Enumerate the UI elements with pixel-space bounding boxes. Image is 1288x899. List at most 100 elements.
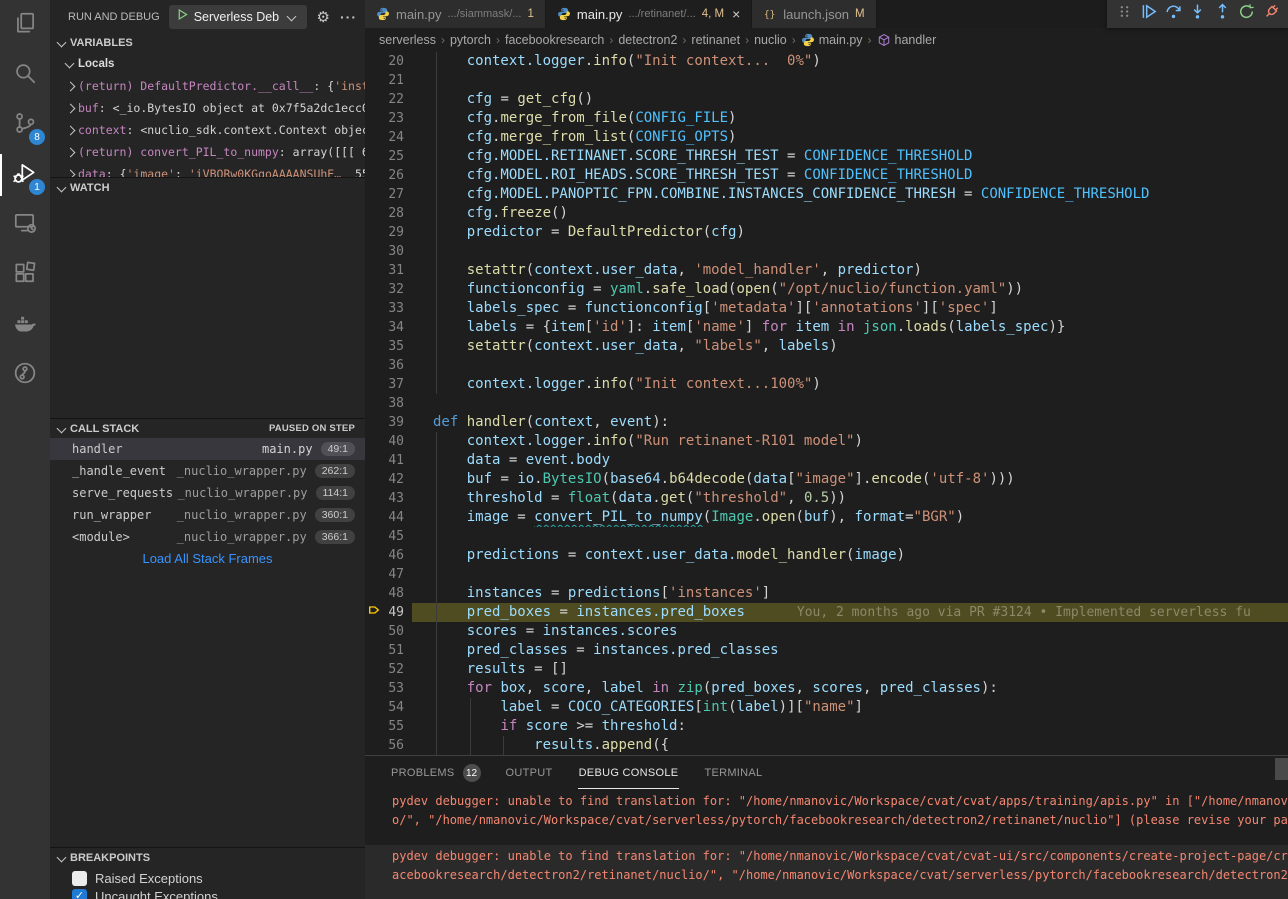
code-line[interactable]: 51 pred_classes = instances.pred_classes: [365, 641, 1288, 660]
code-line[interactable]: 37 context.logger.info("Init context...1…: [365, 375, 1288, 394]
variable-row[interactable]: buf: <_io.BytesIO object at 0x7f5a2dc1ec…: [50, 97, 365, 119]
code-line[interactable]: 23 cfg.merge_from_file(CONFIG_FILE): [365, 109, 1288, 128]
code-line[interactable]: 36: [365, 356, 1288, 375]
console-message-block[interactable]: pydev debugger: unable to find translati…: [365, 790, 1288, 832]
breakpoint-margin[interactable]: [365, 223, 382, 242]
breakpoint-margin[interactable]: [365, 641, 382, 660]
code-line[interactable]: 27 cfg.MODEL.PANOPTIC_FPN.COMBINE.INSTAN…: [365, 185, 1288, 204]
code-line[interactable]: 32 functionconfig = yaml.safe_load(open(…: [365, 280, 1288, 299]
stack-frame-row[interactable]: _handle_event_nuclio_wrapper.py262:1: [50, 460, 365, 482]
activity-item-explorer[interactable]: [0, 0, 50, 50]
load-all-stack-frames-link[interactable]: Load All Stack Frames: [50, 548, 365, 570]
code-line[interactable]: 43 threshold = float(data.get("threshold…: [365, 489, 1288, 508]
code-line[interactable]: 21: [365, 71, 1288, 90]
breakpoint-margin[interactable]: [365, 128, 382, 147]
debug-config-dropdown[interactable]: Serverless Debu: [169, 5, 307, 29]
code-line[interactable]: 41 data = event.body: [365, 451, 1288, 470]
activity-item-search[interactable]: [0, 50, 50, 100]
breakpoint-margin[interactable]: [365, 508, 382, 527]
breakpoint-margin[interactable]: [365, 736, 382, 755]
code-line[interactable]: 48 instances = predictions['instances']: [365, 584, 1288, 603]
code-line[interactable]: 40 context.logger.info("Run retinanet-R1…: [365, 432, 1288, 451]
breakpoint-margin[interactable]: [365, 565, 382, 584]
more-actions-icon[interactable]: ···: [340, 9, 357, 25]
breakpoint-margin[interactable]: [365, 261, 382, 280]
code-line[interactable]: 44 image = convert_PIL_to_numpy(Image.op…: [365, 508, 1288, 527]
code-line[interactable]: 46 predictions = context.user_data.model…: [365, 546, 1288, 565]
panel-tab-terminal[interactable]: TERMINAL: [703, 756, 763, 790]
breakpoint-margin[interactable]: [365, 166, 382, 185]
continue-button[interactable]: [1138, 3, 1160, 25]
breakpoint-margin[interactable]: [365, 413, 382, 432]
breakpoint-margin[interactable]: [365, 527, 382, 546]
activity-item-run-and-debug[interactable]: 1: [0, 150, 50, 200]
breakpoint-margin[interactable]: [365, 299, 382, 318]
gear-icon[interactable]: ⚙: [317, 8, 330, 26]
step-out-button[interactable]: [1211, 3, 1233, 25]
breakpoint-margin[interactable]: [365, 356, 382, 375]
activity-item-remote-explorer[interactable]: [0, 200, 50, 250]
code-line[interactable]: 52 results = []: [365, 660, 1288, 679]
variable-row[interactable]: (return) DefaultPredictor.__call__: {'in…: [50, 75, 365, 97]
breakpoint-margin[interactable]: [365, 698, 382, 717]
activity-item-docker[interactable]: [0, 300, 50, 350]
code-line[interactable]: 29 predictor = DefaultPredictor(cfg): [365, 223, 1288, 242]
breakpoint-margin[interactable]: [365, 337, 382, 356]
code-line[interactable]: 25 cfg.MODEL.RETINANET.SCORE_THRESH_TEST…: [365, 147, 1288, 166]
code-line[interactable]: 31 setattr(context.user_data, 'model_han…: [365, 261, 1288, 280]
breakpoint-margin[interactable]: [365, 185, 382, 204]
editor-tab-1[interactable]: main.py.../siammask/...1: [365, 0, 546, 28]
variable-row[interactable]: context: <nuclio_sdk.context.Context obj…: [50, 119, 365, 141]
breadcrumb-item[interactable]: main.py: [801, 33, 863, 47]
code-line[interactable]: 47: [365, 565, 1288, 584]
breakpoint-margin[interactable]: [365, 679, 382, 698]
breakpoint-margin[interactable]: [365, 660, 382, 679]
editor-tab-2[interactable]: main.py.../retinanet/...4, M×: [546, 0, 752, 28]
breadcrumb-item[interactable]: pytorch: [450, 33, 491, 47]
code-editor[interactable]: 20 context.logger.info("Init context... …: [365, 52, 1288, 755]
code-line[interactable]: 22 cfg = get_cfg(): [365, 90, 1288, 109]
code-line[interactable]: 54 label = COCO_CATEGORIES[int(label)]["…: [365, 698, 1288, 717]
code-line[interactable]: 53 for box, score, label in zip(pred_box…: [365, 679, 1288, 698]
breakpoint-margin[interactable]: [365, 52, 382, 71]
breakpoint-margin[interactable]: [365, 432, 382, 451]
code-line[interactable]: 50 scores = instances.scores: [365, 622, 1288, 641]
code-line[interactable]: 26 cfg.MODEL.ROI_HEADS.SCORE_THRESH_TEST…: [365, 166, 1288, 185]
code-line[interactable]: 24 cfg.merge_from_list(CONFIG_OPTS): [365, 128, 1288, 147]
breakpoint-margin[interactable]: [365, 584, 382, 603]
breakpoint-margin[interactable]: [365, 109, 382, 128]
stack-frame-row[interactable]: run_wrapper_nuclio_wrapper.py360:1: [50, 504, 365, 526]
breakpoint-margin[interactable]: [365, 242, 382, 261]
breadcrumb-item[interactable]: handler: [877, 33, 937, 47]
breakpoint-margin[interactable]: [365, 546, 382, 565]
variable-row[interactable]: data: {'image': 'iVBORw0KGgoAAAANSUhE… 5…: [50, 163, 365, 177]
code-line[interactable]: 35 setattr(context.user_data, "labels", …: [365, 337, 1288, 356]
breakpoint-margin[interactable]: [365, 489, 382, 508]
code-line[interactable]: 39def handler(context, event):: [365, 413, 1288, 432]
breadcrumb-item[interactable]: detectron2: [618, 33, 677, 47]
code-line[interactable]: 33 labels_spec = functionconfig['metadat…: [365, 299, 1288, 318]
variable-row[interactable]: (return) convert_PIL_to_numpy: array([[[…: [50, 141, 365, 163]
breakpoint-margin[interactable]: [365, 394, 382, 413]
call-stack-section-header[interactable]: CALL STACK PAUSED ON STEP: [50, 418, 365, 438]
code-line[interactable]: 34 labels = {item['id']: item['name'] fo…: [365, 318, 1288, 337]
code-line[interactable]: 28 cfg.freeze(): [365, 204, 1288, 223]
watch-section-header[interactable]: WATCH: [50, 177, 365, 197]
code-line[interactable]: 30: [365, 242, 1288, 261]
breakpoint-margin[interactable]: [365, 470, 382, 489]
breakpoint-margin[interactable]: [365, 318, 382, 337]
panel-tab-debug-console[interactable]: DEBUG CONSOLE: [578, 756, 680, 790]
breakpoint-margin[interactable]: [365, 90, 382, 109]
breadcrumb-item[interactable]: serverless: [379, 33, 436, 47]
drag-button[interactable]: [1113, 3, 1135, 25]
step-into-button[interactable]: [1187, 3, 1209, 25]
code-line[interactable]: 20 context.logger.info("Init context... …: [365, 52, 1288, 71]
console-message-block[interactable]: pydev debugger: unable to find translati…: [365, 845, 1288, 899]
code-line[interactable]: 49 pred_boxes = instances.pred_boxesYou,…: [365, 603, 1288, 622]
restart-button[interactable]: [1236, 3, 1258, 25]
breadcrumb-item[interactable]: retinanet: [691, 33, 740, 47]
scrollbar-thumb[interactable]: [1275, 758, 1288, 780]
panel-tab-problems[interactable]: PROBLEMS12: [390, 756, 481, 790]
close-icon[interactable]: ×: [732, 7, 740, 21]
checkbox[interactable]: [72, 871, 87, 886]
